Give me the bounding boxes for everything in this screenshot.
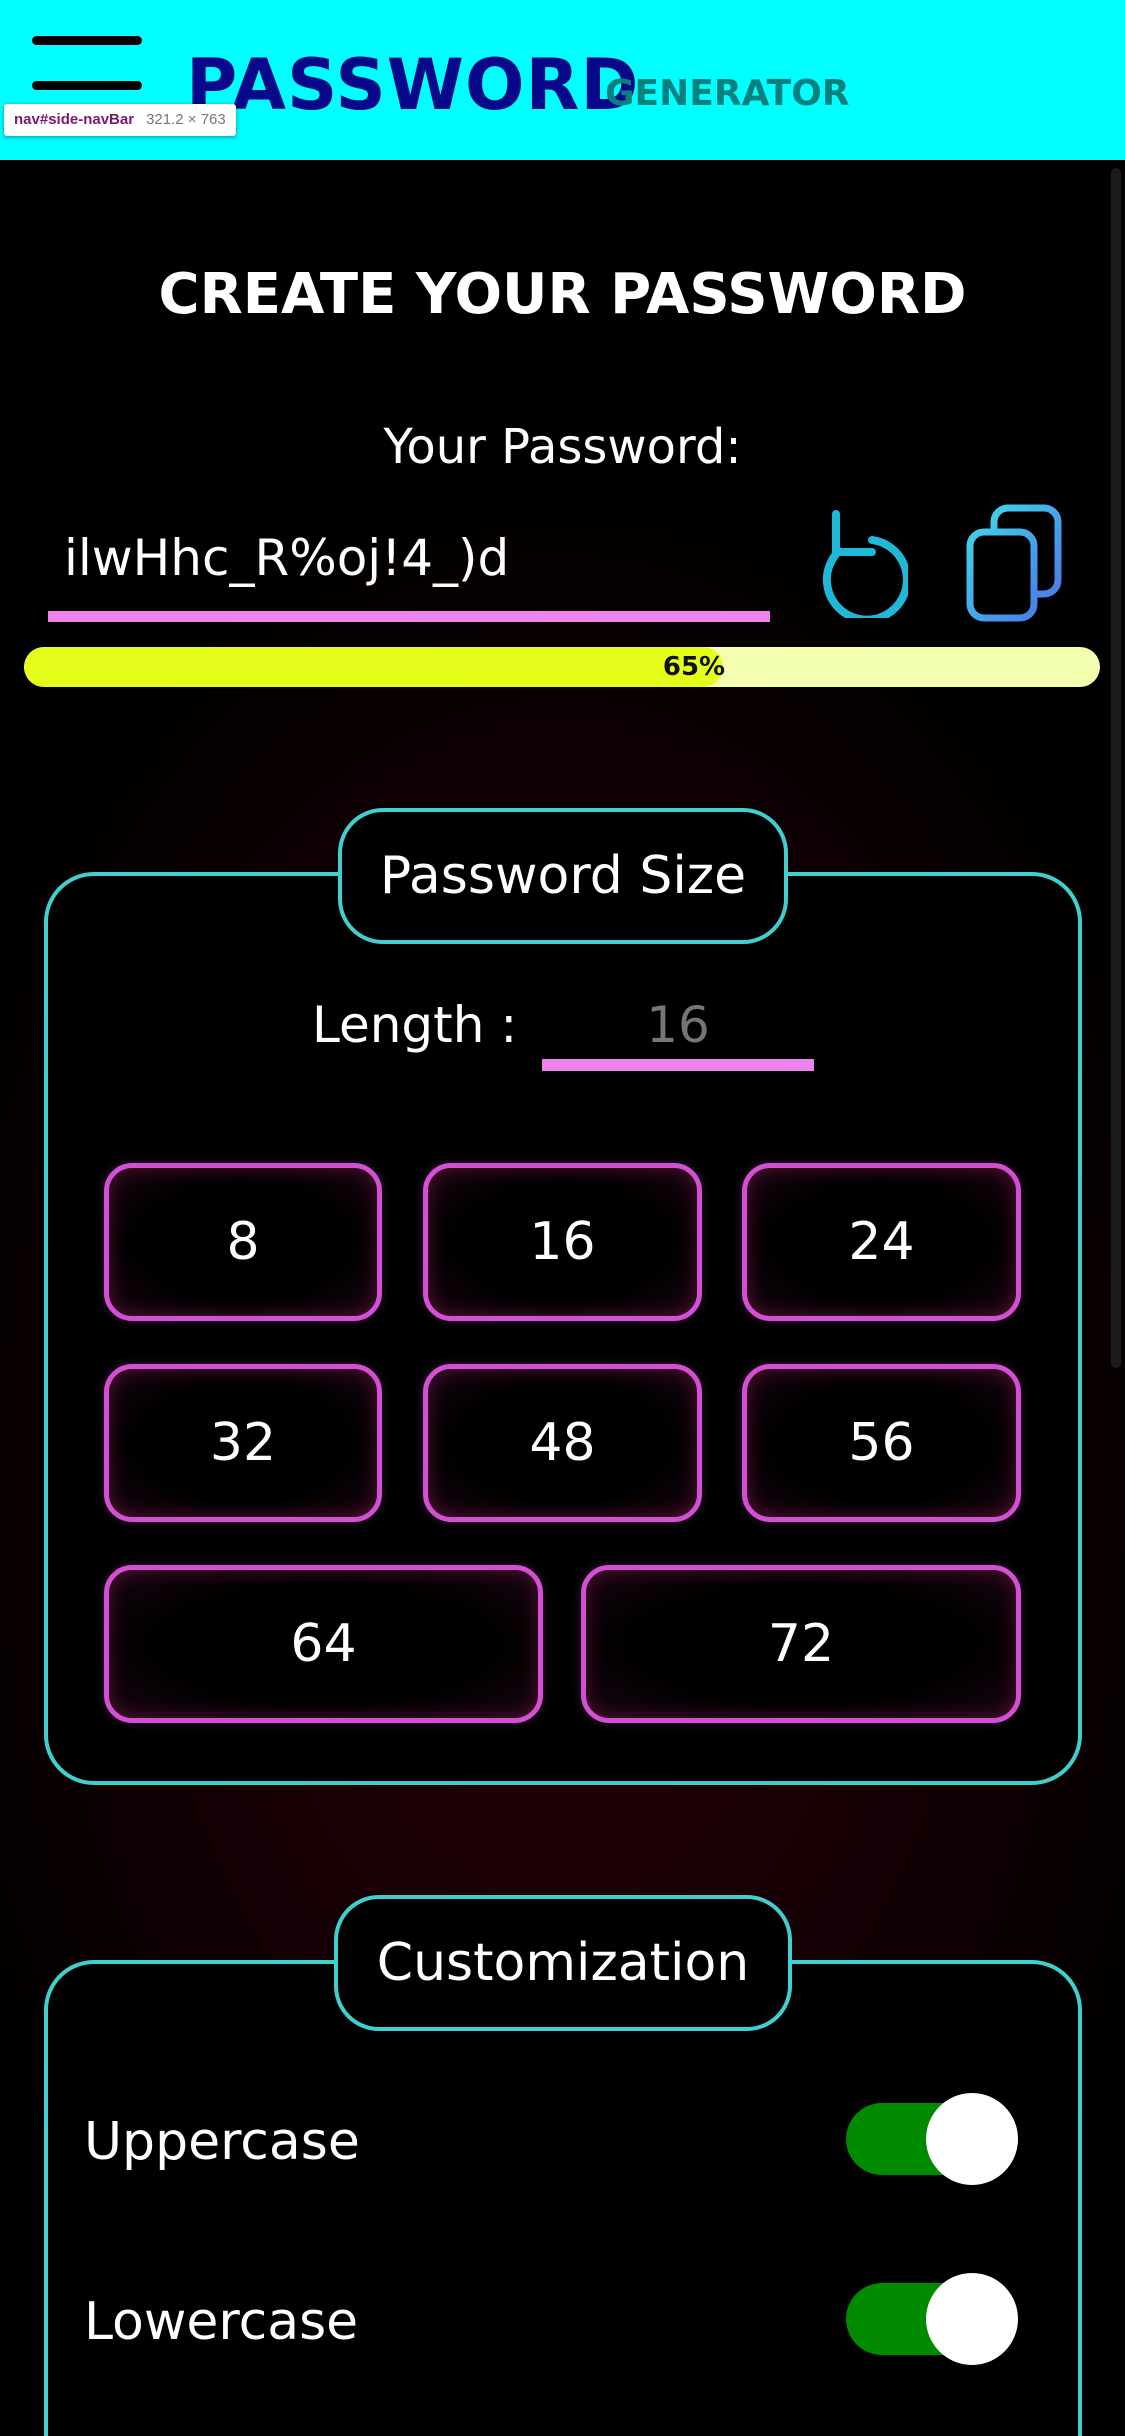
hamburger-menu-icon[interactable] [32, 36, 142, 96]
password-output[interactable] [64, 523, 764, 593]
copy-icon[interactable] [964, 504, 1064, 622]
size-option-72[interactable]: 72 [581, 1565, 1021, 1723]
toggle-knob [926, 2093, 1018, 2185]
length-label: Length : [312, 996, 518, 1054]
scrollbar[interactable] [1111, 168, 1121, 1368]
customization-panel [44, 1960, 1082, 2436]
brand-subtitle: GENERATOR [605, 73, 850, 114]
length-input[interactable] [542, 990, 814, 1060]
strength-bar-fill [24, 647, 724, 687]
brand-title: PASSWORD [186, 44, 640, 126]
inspector-size: 321.2 × 763 [146, 111, 226, 128]
size-option-64[interactable]: 64 [104, 1565, 543, 1723]
size-option-56[interactable]: 56 [742, 1364, 1021, 1522]
page-title: CREATE YOUR PASSWORD [158, 262, 967, 327]
password-underline [48, 611, 770, 622]
lowercase-toggle[interactable] [846, 2273, 1018, 2365]
toggle-knob [926, 2273, 1018, 2365]
refresh-icon[interactable] [812, 508, 911, 624]
inspector-tooltip: nav#side-navBar 321.2 × 763 [4, 104, 236, 136]
size-option-32[interactable]: 32 [104, 1364, 382, 1522]
password-label: Your Password: [383, 419, 742, 475]
size-option-24[interactable]: 24 [742, 1163, 1021, 1321]
inspector-selector: nav#side-navBar [14, 111, 135, 128]
menu-line [32, 36, 142, 45]
menu-line [32, 81, 142, 90]
lowercase-label: Lowercase [84, 2292, 359, 2352]
uppercase-toggle[interactable] [846, 2093, 1018, 2185]
size-option-16[interactable]: 16 [423, 1163, 702, 1321]
strength-percent: 65% [662, 652, 726, 682]
top-nav-bar: PASSWORD GENERATOR nav#side-navBar 321.2 … [0, 0, 1125, 160]
customization-heading: Customization [334, 1895, 792, 2031]
password-size-heading: Password Size [338, 808, 788, 944]
uppercase-label: Uppercase [84, 2112, 360, 2172]
size-option-48[interactable]: 48 [423, 1364, 702, 1522]
strength-bar: 65% [24, 647, 1100, 687]
size-option-8[interactable]: 8 [104, 1163, 382, 1321]
length-underline [542, 1059, 814, 1071]
